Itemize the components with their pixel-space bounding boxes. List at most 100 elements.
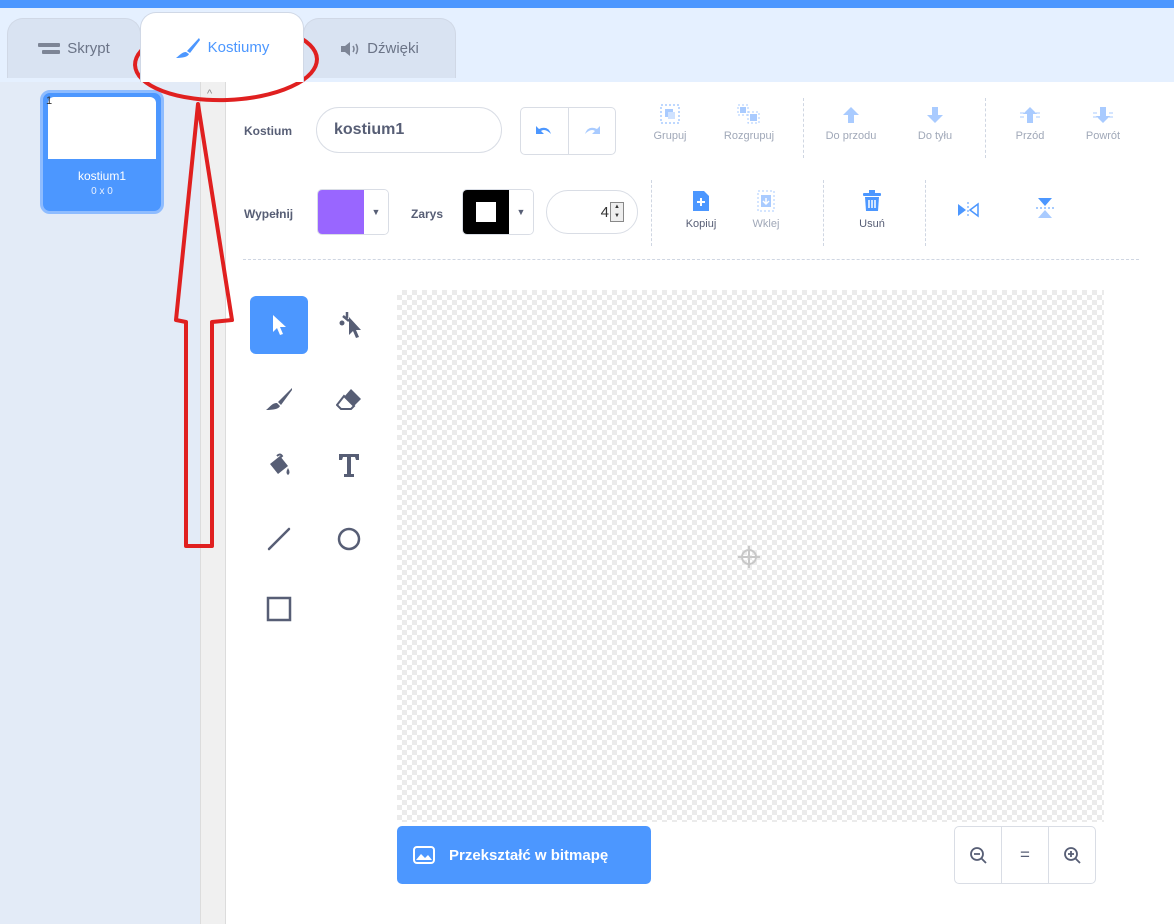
costume-size: 0 x 0 <box>91 186 113 197</box>
brush-icon <box>175 37 200 58</box>
convert-to-bitmap-button[interactable]: Przekształć w bitmapę <box>397 826 651 884</box>
tab-costumes-label: Kostiumy <box>207 39 270 56</box>
zoom-controls: = <box>954 826 1096 884</box>
toolbar-separator <box>243 259 1139 260</box>
chevron-down-icon: ▼ <box>509 190 533 234</box>
redo-button[interactable] <box>567 108 616 154</box>
line-icon <box>267 527 291 551</box>
eraser-tool[interactable] <box>320 370 378 428</box>
flip-vertical-button[interactable] <box>1031 196 1059 220</box>
toolbar-divider <box>651 180 652 246</box>
arrow-top-icon <box>1020 107 1040 123</box>
forward-label: Do przodu <box>825 130 877 142</box>
code-icon <box>38 42 61 54</box>
crosshair-icon <box>738 546 760 568</box>
costume-name: kostium1 <box>77 169 127 183</box>
costume-name-label: Kostium <box>244 124 292 138</box>
front-button[interactable]: Przód <box>1010 106 1050 142</box>
group-label: Grupuj <box>653 130 687 142</box>
rectangle-tool[interactable] <box>250 580 308 638</box>
toolbar-divider <box>925 180 926 246</box>
paint-canvas[interactable] <box>397 290 1104 822</box>
trash-icon <box>863 190 881 211</box>
delete-label: Usuń <box>859 218 885 230</box>
flip-horizontal-icon <box>958 202 979 218</box>
delete-button[interactable]: Usuń <box>850 190 894 230</box>
select-tool[interactable] <box>250 296 308 354</box>
fill-tool[interactable] <box>250 436 308 494</box>
zoom-in-icon <box>1064 847 1081 864</box>
reshape-tool[interactable] <box>320 296 378 354</box>
zoom-out-button[interactable] <box>955 827 1001 883</box>
toolbar-divider <box>803 98 804 158</box>
outline-color-picker[interactable]: ▼ <box>462 189 534 235</box>
costume-card[interactable]: 1 kostium1 0 x 0 <box>40 90 164 214</box>
circle-tool[interactable] <box>320 510 378 568</box>
tab-sounds-label: Dźwięki <box>367 40 419 57</box>
convert-to-bitmap-label: Przekształć w bitmapę <box>449 846 609 864</box>
backward-label: Do tyłu <box>917 130 953 142</box>
zoom-reset-button[interactable]: = <box>1001 827 1048 883</box>
fill-icon <box>270 453 290 475</box>
toolbar-divider <box>823 180 824 246</box>
group-icon <box>660 104 680 124</box>
chevron-down-icon: ▼ <box>364 190 388 234</box>
fill-color-swatch <box>318 190 364 234</box>
ungroup-icon <box>737 104 760 124</box>
fill-label: Wypełnij <box>244 207 294 221</box>
image-icon <box>413 846 435 864</box>
arrow-up-icon <box>843 107 859 123</box>
backward-button[interactable]: Do tyłu <box>910 106 960 142</box>
toolbar-divider <box>985 98 986 158</box>
text-tool[interactable] <box>320 436 378 494</box>
arrow-bottom-icon <box>1093 107 1113 123</box>
rectangle-icon <box>266 596 292 622</box>
tab-costumes[interactable]: Kostiumy <box>140 12 304 82</box>
tab-code-label: Skrypt <box>67 40 110 57</box>
costume-name-input[interactable]: kostium1 <box>316 107 502 153</box>
group-button[interactable]: Grupuj <box>646 104 694 142</box>
ungroup-button[interactable]: Rozgrupuj <box>712 104 786 142</box>
flip-horizontal-button[interactable] <box>954 202 982 218</box>
tab-code[interactable]: Skrypt <box>7 18 141 78</box>
forward-button[interactable]: Do przodu <box>820 106 882 142</box>
reshape-icon <box>339 312 361 338</box>
paste-button[interactable]: Wklej <box>746 190 786 230</box>
fill-color-picker[interactable]: ▼ <box>317 189 389 235</box>
brush-icon <box>266 388 292 410</box>
outline-label: Zarys <box>411 207 444 221</box>
zoom-out-icon <box>970 847 987 864</box>
text-icon <box>339 454 359 477</box>
zoom-reset-label: = <box>1020 845 1030 864</box>
select-icon <box>273 315 286 335</box>
flip-vertical-icon <box>1036 198 1054 218</box>
paste-label: Wklej <box>752 218 780 230</box>
tab-sounds[interactable]: Dźwięki <box>303 18 456 78</box>
copy-button[interactable]: Kopiuj <box>676 190 726 230</box>
line-tool[interactable] <box>250 510 308 568</box>
paste-icon <box>757 190 775 212</box>
zoom-in-button[interactable] <box>1048 827 1095 883</box>
costume-list-scrollbar[interactable]: ^ <box>200 82 226 924</box>
undo-icon <box>536 126 552 134</box>
outline-width-input[interactable]: 4 ▲ ▼ <box>546 190 638 234</box>
scroll-up-icon[interactable]: ^ <box>207 88 212 100</box>
back-button[interactable]: Powrót <box>1076 106 1130 142</box>
speaker-icon <box>341 41 359 56</box>
copy-icon <box>693 191 709 211</box>
redo-icon <box>584 126 600 134</box>
eraser-icon <box>336 389 361 410</box>
outline-width-value: 4 <box>600 203 609 221</box>
stepper-arrows-icon[interactable]: ▲ ▼ <box>610 202 624 222</box>
top-accent-bar <box>0 0 1174 8</box>
costume-thumbnail <box>48 97 156 159</box>
front-label: Przód <box>1015 130 1045 142</box>
costume-number: 1 <box>46 95 53 107</box>
undo-redo-group <box>520 107 616 155</box>
arrow-down-icon <box>927 107 943 123</box>
back-label: Powrót <box>1085 130 1121 142</box>
copy-label: Kopiuj <box>685 218 717 230</box>
brush-tool[interactable] <box>250 370 308 428</box>
undo-button[interactable] <box>521 108 568 154</box>
ungroup-label: Rozgrupuj <box>723 130 775 142</box>
